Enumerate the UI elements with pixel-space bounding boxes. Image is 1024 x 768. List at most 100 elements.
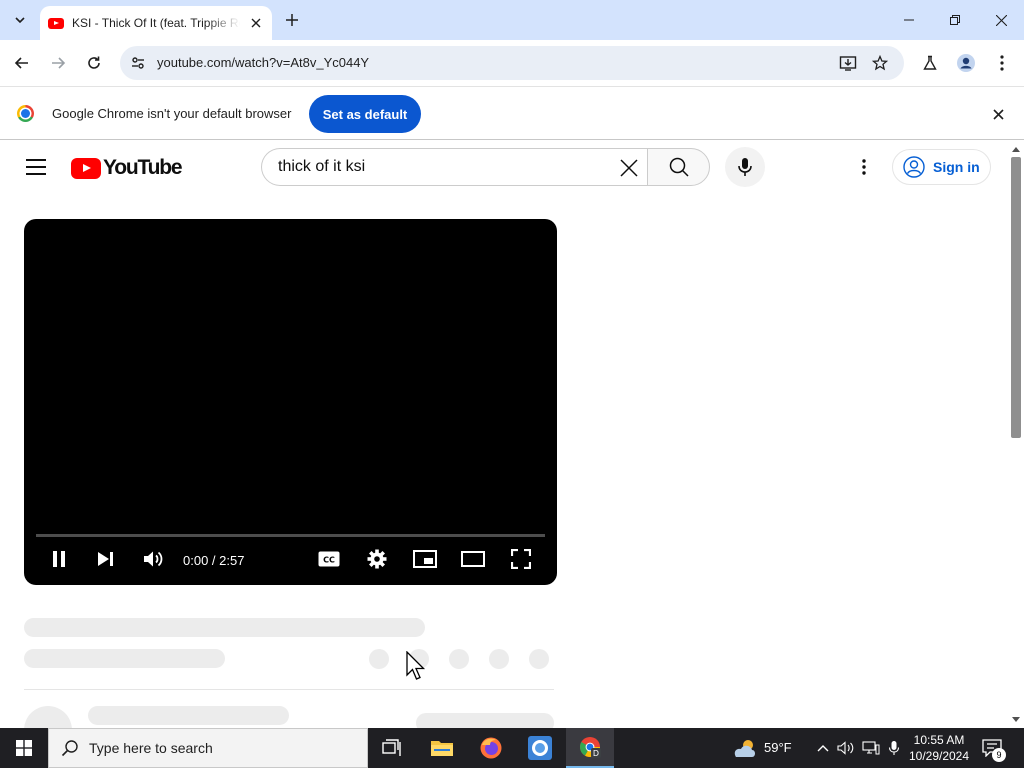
voice-search-button[interactable] [725, 147, 765, 187]
time-display: 0:00 / 2:57 [183, 553, 245, 568]
taskbar-search-placeholder: Type here to search [89, 740, 213, 756]
chrome-logo-icon [17, 105, 34, 122]
chevron-up-icon [817, 745, 829, 752]
pause-icon [53, 551, 65, 567]
restore-button[interactable] [932, 0, 978, 40]
network-tray-button[interactable] [861, 738, 881, 758]
subtitles-button[interactable]: CC [317, 547, 341, 571]
microphone-icon [738, 158, 752, 176]
install-app-button[interactable] [836, 51, 860, 75]
svg-text:CC: CC [323, 556, 335, 565]
close-icon [620, 159, 638, 177]
channel-skeleton [24, 649, 225, 668]
settings-button[interactable] [365, 547, 389, 571]
reload-button[interactable] [82, 51, 106, 75]
sign-in-button[interactable]: Sign in [892, 149, 991, 185]
labs-button[interactable] [918, 51, 942, 75]
theater-mode-button[interactable] [461, 547, 485, 571]
tune-icon [132, 57, 144, 69]
new-tab-button[interactable] [282, 10, 302, 30]
task-view-button[interactable] [368, 728, 416, 768]
microphone-icon [888, 741, 900, 755]
firefox-button[interactable] [467, 728, 515, 768]
closed-captions-icon: CC [318, 551, 340, 567]
search-input[interactable] [278, 158, 608, 176]
star-icon [872, 55, 888, 71]
tab-search-button[interactable] [8, 8, 32, 32]
divider [24, 689, 554, 690]
action-skeleton [529, 649, 549, 669]
minimize-icon [904, 19, 914, 21]
close-icon [995, 14, 1007, 26]
profile-button[interactable] [954, 51, 978, 75]
show-hidden-icons-button[interactable] [813, 738, 833, 758]
tab-close-button[interactable] [248, 15, 264, 31]
microphone-tray-button[interactable] [884, 738, 904, 758]
gear-icon [367, 549, 387, 569]
miniplayer-button[interactable] [413, 547, 437, 571]
set-as-default-button[interactable]: Set as default [309, 95, 421, 133]
triangle-up-icon [1012, 147, 1020, 152]
close-window-button[interactable] [978, 0, 1024, 40]
mute-button[interactable] [141, 547, 165, 571]
windows-taskbar: Type here to search D 59°F 10:55 AM 10/2… [0, 728, 1024, 768]
video-player[interactable]: 0:00 / 2:57 CC [24, 219, 557, 585]
search-button[interactable] [647, 148, 710, 186]
next-button[interactable] [94, 547, 118, 571]
taskbar-clock[interactable]: 10:55 AM 10/29/2024 [906, 732, 972, 764]
chrome-dev-button[interactable]: D [566, 728, 614, 768]
address-bar[interactable]: youtube.com/watch?v=At8v_Yc044Y [120, 46, 904, 80]
youtube-logo[interactable]: YouTube [71, 156, 183, 179]
tab-strip: KSI - Thick Of It (feat. Trippie Redd) -… [0, 0, 1024, 40]
volume-tray-button[interactable] [836, 738, 856, 758]
infobar-close-button[interactable] [988, 104, 1008, 124]
more-vert-icon [1000, 55, 1004, 71]
network-icon [862, 741, 880, 755]
youtube-logo-text: YouTube [103, 156, 183, 179]
back-button[interactable] [10, 51, 34, 75]
start-button[interactable] [0, 728, 48, 768]
reload-icon [88, 56, 100, 69]
minimize-button[interactable] [886, 0, 932, 40]
progress-bar[interactable] [36, 534, 545, 537]
svg-text:D: D [593, 749, 599, 758]
arrow-left-icon [14, 57, 28, 69]
browser-tab-active[interactable]: KSI - Thick Of It (feat. Trippie Redd) -… [40, 6, 272, 40]
search-icon [61, 740, 78, 757]
guide-menu-button[interactable] [24, 155, 48, 179]
folder-icon [431, 741, 453, 756]
weather-cloud-icon[interactable] [730, 738, 758, 758]
settings-menu-button[interactable] [852, 155, 876, 179]
close-icon [251, 18, 261, 28]
fullscreen-icon [511, 549, 531, 569]
scroll-down-button[interactable] [1011, 715, 1021, 725]
page-scrollbar[interactable] [1008, 141, 1024, 728]
firefox-icon [480, 737, 502, 759]
chevron-down-icon [15, 17, 25, 24]
site-info-button[interactable] [126, 51, 150, 75]
file-explorer-button[interactable] [418, 728, 466, 768]
avatar-skeleton [24, 706, 72, 728]
weather-temperature: 59°F [764, 740, 792, 755]
scroll-up-button[interactable] [1011, 144, 1021, 154]
chrome-menu-button[interactable] [990, 51, 1014, 75]
chromium-button[interactable] [516, 728, 564, 768]
action-skeleton [449, 649, 469, 669]
search-box [261, 148, 647, 186]
triangle-down-icon [1012, 717, 1020, 722]
taskbar-search[interactable]: Type here to search [48, 728, 368, 768]
task-view-icon [382, 739, 401, 756]
tab-title: KSI - Thick Of It (feat. Trippie Redd) -… [72, 16, 240, 30]
youtube-page: YouTube Sign in 0:00 / 2:57 CC [0, 141, 1008, 728]
skip-next-icon [98, 552, 113, 566]
pause-button[interactable] [47, 547, 71, 571]
scroll-thumb[interactable] [1011, 157, 1021, 438]
more-vert-icon [862, 159, 866, 175]
notification-count-badge: 9 [992, 748, 1006, 762]
bookmark-button[interactable] [868, 51, 892, 75]
forward-button[interactable] [46, 51, 70, 75]
speaker-icon [837, 741, 854, 755]
mouse-cursor-icon [406, 651, 426, 680]
fullscreen-button[interactable] [509, 547, 533, 571]
search-clear-button[interactable] [618, 157, 640, 179]
